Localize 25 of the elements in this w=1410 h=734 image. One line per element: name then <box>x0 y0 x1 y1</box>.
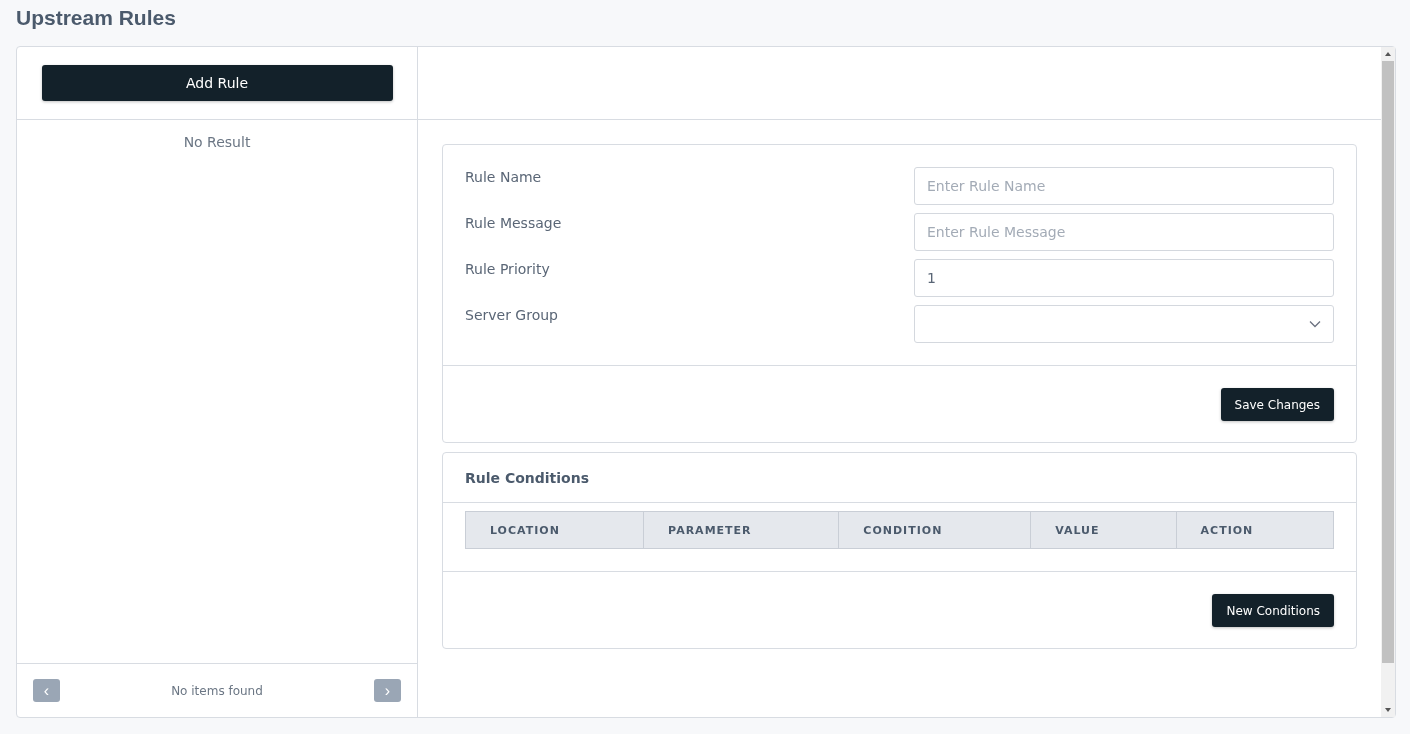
card-title: Rule Conditions <box>465 469 589 486</box>
page-title: Upstream Rules <box>16 5 177 31</box>
save-changes-button[interactable]: Save Changes <box>1220 388 1334 421</box>
dropdown-field[interactable] <box>914 305 1334 343</box>
field-label: Rule Priority <box>465 261 550 277</box>
column-header: LOCATION <box>489 522 561 539</box>
field-label: Server Group <box>465 307 558 323</box>
scroll-up-icon[interactable] <box>1384 51 1392 57</box>
column-header: VALUE <box>1030 512 1176 548</box>
input-field[interactable]: Enter Rule Message <box>914 213 1334 251</box>
input-field[interactable]: Enter Rule Name <box>914 167 1334 205</box>
field-label: Rule Message <box>465 215 562 231</box>
column-header: CONDITION <box>838 512 1031 548</box>
field-label: Rule Name <box>465 169 542 185</box>
empty-message: No Result <box>183 134 251 152</box>
input-field[interactable]: 1 <box>914 259 1334 297</box>
column-header: PARAMETER <box>643 512 839 548</box>
chevron-down-icon <box>1309 320 1321 328</box>
scroll-thumb[interactable] <box>1382 61 1394 663</box>
column-header: ACTION <box>1175 512 1333 548</box>
new-conditions-button[interactable]: New Conditions <box>1212 594 1334 627</box>
pager-status: No items found <box>171 683 263 698</box>
scroll-down-icon[interactable] <box>1384 707 1392 713</box>
add-rule-button[interactable]: Add Rule <box>41 65 393 101</box>
scrollbar[interactable] <box>1381 47 1395 717</box>
